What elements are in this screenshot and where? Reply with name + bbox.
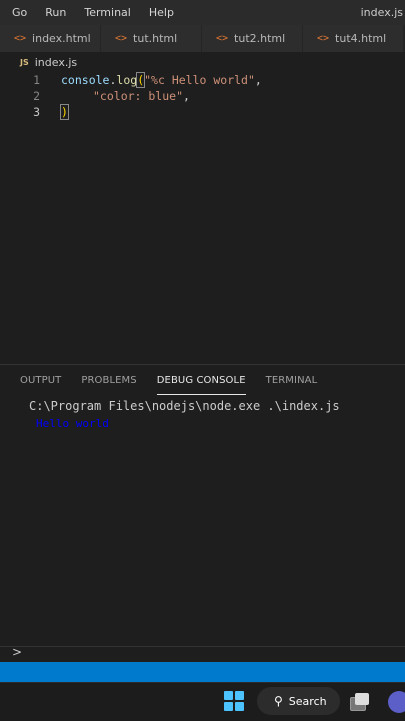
html-file-icon: <> [216,33,229,44]
bottom-panel: OUTPUT PROBLEMS DEBUG CONSOLE TERMINAL C… [0,364,405,665]
task-view-icon[interactable] [350,693,370,711]
code-line-3: 3 ) [0,104,405,120]
tab-label: tut2.html [234,32,286,45]
line-number: 1 [33,73,40,87]
chat-app-icon[interactable] [388,691,405,713]
code-method: log [116,73,138,87]
taskbar-search[interactable]: ⚲ Search [257,687,340,715]
breadcrumb-file[interactable]: index.js [35,56,77,69]
html-file-icon: <> [115,33,128,44]
code-comma: , [183,89,190,103]
console-command: C:\Program Files\nodejs\node.exe .\index… [29,399,340,413]
tab-terminal[interactable]: TERMINAL [266,375,318,395]
line-number: 3 [33,105,40,119]
debug-console-input[interactable]: > [0,645,405,662]
search-icon: ⚲ [274,694,283,708]
menu-run[interactable]: Run [33,6,72,19]
code-comma: , [254,73,262,87]
chevron-right-icon: > [12,645,23,659]
tab-tut2-html[interactable]: <> tut2.html [202,25,303,52]
tab-tut4-html[interactable]: <> tut4.html [303,25,404,52]
code-close-paren: ) [60,104,69,120]
code-line-2: 2 "color: blue", [0,88,405,104]
code-editor[interactable]: 1 console.log("%c Hello world", 2 "color… [0,72,405,364]
code-object: console [61,73,110,87]
tab-label: tut4.html [335,32,387,45]
code-string: "%c Hello world" [144,73,255,87]
html-file-icon: <> [317,33,330,44]
menu-terminal[interactable]: Terminal [72,6,137,19]
menu-help[interactable]: Help [137,6,180,19]
breadcrumb: JS index.js [0,52,405,72]
windows-start-icon[interactable] [224,691,244,711]
tab-problems[interactable]: PROBLEMS [81,375,136,395]
tab-tut-html[interactable]: <> tut.html [101,25,202,52]
code-string: "color: blue" [93,89,184,103]
js-file-icon: JS [20,57,29,67]
panel-tabs: OUTPUT PROBLEMS DEBUG CONSOLE TERMINAL [0,375,317,395]
html-file-icon: <> [14,33,27,44]
editor-tab-bar: <> index.html <> tut.html <> tut2.html <… [0,25,405,53]
search-label: Search [288,694,327,708]
tab-index-html[interactable]: <> index.html [0,25,101,52]
console-output: Hello world [36,417,109,430]
menu-go[interactable]: Go [0,6,33,19]
tab-label: tut.html [133,32,178,45]
menu-bar: Go Run Terminal Help index.js [0,0,405,25]
line-number: 2 [33,89,40,103]
status-bar [0,662,405,682]
code-line-1: 1 console.log("%c Hello world", [0,72,405,88]
window-title: index.js [360,6,403,19]
tab-output[interactable]: OUTPUT [20,375,61,395]
tab-debug-console[interactable]: DEBUG CONSOLE [156,375,246,395]
windows-taskbar: ⚲ Search [0,682,405,721]
tab-label: index.html [32,32,91,45]
